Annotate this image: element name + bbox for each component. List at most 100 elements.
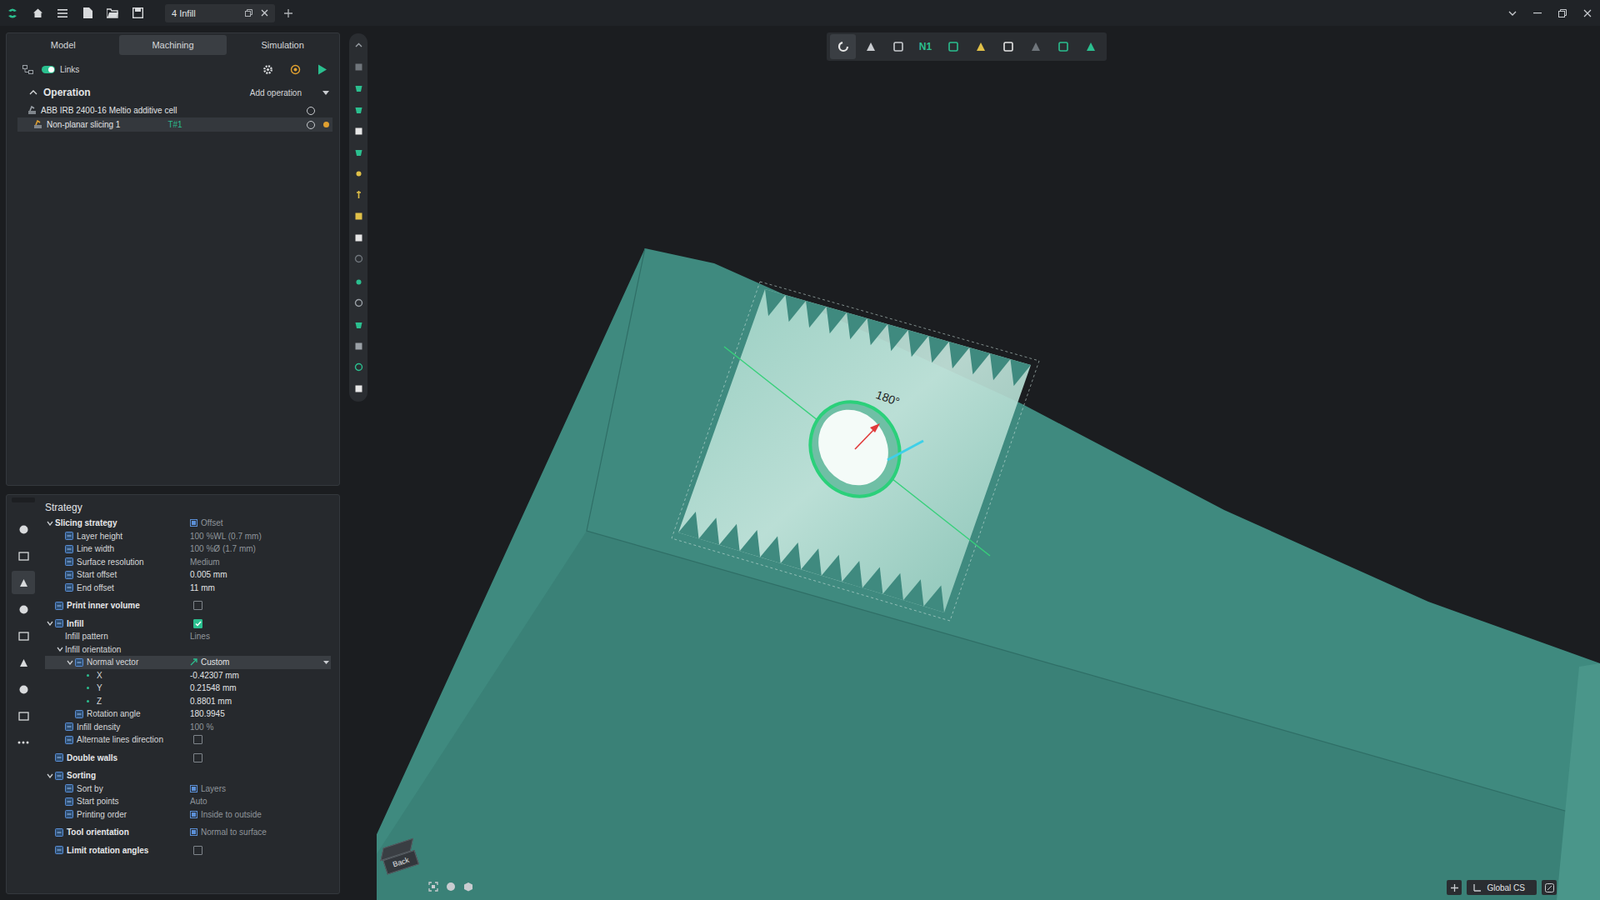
fit-view-icon[interactable] — [428, 881, 439, 892]
document-tab[interactable]: 4 Infill — [165, 4, 275, 23]
tool-button[interactable] — [350, 356, 367, 379]
3d-viewport[interactable]: 180°N1BackGlobal CS — [376, 25, 1600, 900]
menu-icon[interactable] — [50, 0, 75, 26]
tool-button[interactable] — [350, 184, 367, 206]
property-page-button[interactable] — [11, 597, 35, 621]
expand-chevron-icon[interactable] — [46, 520, 54, 526]
play-icon[interactable] — [317, 64, 328, 75]
view-button[interactable] — [830, 34, 856, 60]
property-value[interactable]: Offset — [190, 518, 224, 528]
tool-button[interactable] — [350, 163, 367, 185]
property-row[interactable]: Layer height100 %WL (0.7 mm) — [45, 530, 331, 544]
property-value[interactable]: 11 mm — [190, 583, 215, 593]
add-operation-button[interactable]: Add operation — [250, 88, 302, 98]
property-value[interactable]: Lines — [190, 631, 210, 641]
property-row[interactable]: End offset11 mm — [45, 581, 331, 595]
property-row[interactable]: Sorting — [45, 769, 331, 783]
checkbox[interactable] — [193, 735, 203, 745]
property-page-button[interactable] — [11, 704, 35, 728]
view-button[interactable]: N1 — [912, 34, 939, 60]
dropdown-icon[interactable] — [322, 90, 330, 95]
view-button[interactable] — [1077, 34, 1104, 60]
view-button[interactable] — [940, 34, 966, 60]
detach-icon[interactable] — [245, 9, 253, 17]
property-row[interactable]: Start offset0.005 mm — [45, 568, 331, 582]
property-row[interactable]: Alternate lines direction — [45, 733, 331, 747]
close-window-icon[interactable] — [1575, 0, 1600, 26]
property-value[interactable]: 100 % — [190, 722, 214, 732]
part-lower-face[interactable] — [376, 530, 1600, 900]
view-button[interactable] — [995, 34, 1021, 60]
tool-button[interactable] — [350, 141, 367, 164]
property-value[interactable]: Normal to surface — [190, 827, 267, 837]
shading-icon[interactable] — [445, 881, 456, 892]
checkbox[interactable] — [193, 619, 203, 629]
tool-button[interactable] — [350, 226, 367, 249]
expand-chevron-icon[interactable] — [66, 660, 74, 665]
collapse-icon[interactable] — [29, 90, 38, 95]
property-row[interactable]: Tool orientationNormal to surface — [45, 825, 331, 840]
save-icon[interactable] — [125, 0, 150, 26]
property-page-button[interactable] — [11, 544, 35, 568]
logo-icon[interactable] — [0, 0, 25, 26]
property-row[interactable]: Infill — [45, 617, 331, 631]
part-upper-face[interactable] — [376, 248, 1600, 900]
operation-item[interactable]: ABB IRB 2400-16 Meltio additive cell — [17, 103, 333, 118]
tool-button[interactable] — [350, 99, 367, 121]
panel-tab[interactable]: Machining — [119, 35, 228, 55]
property-page-button[interactable] — [11, 570, 35, 595]
tool-button[interactable] — [350, 378, 367, 400]
property-page-button[interactable] — [11, 624, 35, 648]
new-file-icon[interactable] — [75, 0, 100, 26]
dropdown-chevron-icon[interactable] — [1500, 0, 1525, 26]
new-tab-icon[interactable] — [278, 0, 299, 26]
property-row[interactable]: Infill density100 % — [45, 720, 331, 735]
expand-chevron-icon[interactable] — [46, 773, 54, 779]
view-button[interactable] — [1022, 34, 1049, 60]
expand-chevron-icon[interactable] — [56, 646, 64, 652]
property-row[interactable]: Line width100 %Ø (1.7 mm) — [45, 542, 331, 556]
property-row[interactable]: Surface resolutionMedium — [45, 555, 331, 570]
tool-button[interactable] — [350, 77, 367, 100]
infill-patch[interactable] — [678, 289, 1031, 613]
link-icon[interactable] — [22, 65, 34, 75]
home-icon[interactable] — [25, 0, 50, 26]
operation-item[interactable]: Non-planar slicing 1T#1 — [17, 117, 333, 132]
property-page-button[interactable] — [11, 730, 35, 755]
property-value[interactable]: Inside to outside — [190, 810, 262, 820]
minimize-icon[interactable] — [1525, 0, 1550, 26]
property-value[interactable]: 180.9945 — [190, 709, 225, 719]
property-row[interactable]: Infill orientation — [45, 643, 331, 657]
property-page-button[interactable] — [11, 517, 35, 541]
tool-button[interactable] — [350, 35, 367, 57]
coordinate-system-select[interactable]: Global CS — [1466, 880, 1537, 895]
target-icon[interactable] — [290, 64, 301, 75]
property-row[interactable]: Slicing strategyOffset — [45, 516, 331, 530]
scene[interactable]: 180° — [376, 25, 1600, 900]
tool-button[interactable] — [350, 56, 367, 79]
cs-settings-button[interactable] — [1541, 880, 1557, 895]
rotation-handle[interactable] — [887, 440, 924, 460]
gear-icon[interactable] — [262, 64, 274, 75]
view-button[interactable] — [1050, 34, 1076, 60]
property-row[interactable]: Printing orderInside to outside — [45, 808, 331, 822]
view-button[interactable] — [967, 34, 994, 60]
add-cs-button[interactable] — [1446, 880, 1462, 895]
view-button[interactable] — [857, 34, 884, 60]
panel-tab[interactable]: Simulation — [228, 35, 337, 55]
expand-chevron-icon[interactable] — [46, 620, 54, 626]
tool-button[interactable] — [350, 248, 367, 270]
visibility-toggle[interactable] — [306, 106, 315, 115]
tool-button[interactable] — [350, 205, 367, 228]
property-page-button[interactable] — [11, 650, 35, 675]
tool-button[interactable] — [350, 120, 367, 142]
property-row[interactable]: Start pointsAuto — [45, 795, 331, 809]
cube-icon[interactable] — [463, 881, 474, 892]
property-value[interactable]: -0.42307 mm — [190, 670, 240, 680]
dropdown[interactable]: Custom — [190, 657, 330, 667]
view-button[interactable] — [885, 34, 911, 60]
property-row[interactable]: Double walls — [45, 751, 331, 765]
property-value[interactable]: 100 %WL (0.7 mm) — [190, 531, 262, 541]
checkbox[interactable] — [193, 753, 203, 763]
panel-tab[interactable]: Model — [9, 35, 118, 55]
